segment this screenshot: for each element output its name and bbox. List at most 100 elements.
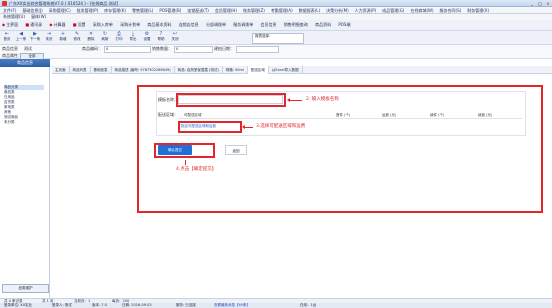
pos-button[interactable]: POS端 — [336, 20, 352, 29]
tab-home[interactable]: 主页面 — [52, 66, 70, 74]
tab-delivery-region[interactable]: 配送区域 — [247, 66, 269, 74]
member-info-button[interactable]: 会员信息 — [259, 20, 279, 29]
status-service: 服务: 已连接 — [176, 303, 196, 307]
add-fee-header: 续费 (元) — [478, 113, 493, 117]
first-fee-header: 运费 (元) — [382, 113, 397, 117]
contacts-button[interactable]: ■通讯录 — [23, 20, 44, 29]
region-col-header: 可配送区域 — [184, 113, 202, 117]
config-button[interactable]: ⚙ 设置 — [140, 31, 154, 42]
menu-wholesale[interactable]: 批发管理(P) — [74, 7, 102, 14]
code-label: 商品编码： — [82, 46, 102, 51]
minimize-button[interactable]: _ — [528, 1, 536, 6]
calculator-button[interactable]: ◆计算器 — [47, 20, 67, 29]
prev-record-button[interactable]: ◀ 上一条 — [14, 31, 28, 42]
menu-attendance[interactable]: 考勤管理(A) — [268, 7, 296, 14]
first-weight-header: 首件 (个) — [336, 113, 351, 117]
menu-finance[interactable]: 财务管理(X) — [464, 7, 492, 14]
tab-product[interactable]: 商品: 自然堂保湿霜 (测试) — [175, 66, 223, 74]
step4-annotation: 4.点击【确定提交】 — [176, 167, 217, 172]
step2-annotation: 2. 输入模板名称 — [306, 97, 339, 102]
return-button[interactable]: 返回 — [225, 145, 247, 155]
tab-excel-import[interactable]: 从Excel导入数据 — [269, 66, 303, 74]
menu-analysis[interactable]: 决策分析(M) — [323, 7, 352, 14]
tab-description[interactable]: 商品描述 (编号: 9787302269649) — [112, 66, 175, 74]
status-user: 登录人: 测试 — [52, 303, 72, 307]
code-input[interactable]: 0 — [104, 46, 151, 53]
category-tree: 商品分类 食品类 日用品 百货类 家电类 其他 测试商品 未分类 — [4, 85, 44, 125]
menu-contracts[interactable]: 服务合同(S) — [437, 7, 465, 14]
menu-pos[interactable]: POS管理(B) — [156, 7, 184, 14]
annotation-arrow — [287, 98, 302, 102]
purchase-in-button[interactable]: 采购入库单 — [91, 20, 115, 29]
menu-accounts[interactable]: 账务管理(Z) — [240, 7, 268, 14]
home-button[interactable]: ◆主界面 — [0, 20, 20, 29]
status-date: 日期: 2016-09-03 — [122, 303, 152, 307]
annotation-arrow — [242, 125, 253, 129]
export-button[interactable]: ⤓ 导出 — [126, 31, 140, 42]
status-bar: 登录单位: XX实业 登录人: 测试 版本: 7.0 日期: 2016-09-0… — [0, 303, 552, 308]
service-transfer-button[interactable]: 服务调拨单 — [231, 20, 255, 29]
qty-label: 销售数量： — [152, 46, 172, 51]
close-button[interactable]: × — [544, 1, 552, 6]
record-toolbar: ⇤ 首页 ◀ 上一条 ▶ 下一条 ⇥ 末页 + 新增 ✎ 修改 ✕ 删除 ↻ 刷新 ⎙ 打印 ⤓ 导出 ⚙ 设置? 帮助 ↩ 关… — [0, 31, 552, 45]
sales-detail-button[interactable]: 销售明细查询 — [282, 20, 310, 29]
branch-transfer-button[interactable]: 分部调拨单 — [204, 20, 228, 29]
menu-reports[interactable]: 数据报表(L) — [296, 7, 323, 14]
app-logo-icon — [2, 1, 7, 6]
category-maintain-button[interactable]: 品类维护 — [2, 284, 49, 293]
tree-item[interactable]: 未分类 — [4, 120, 44, 125]
product-basic-button[interactable]: 商品基本资料 — [145, 20, 173, 29]
date-input[interactable] — [236, 46, 279, 53]
tab-spec[interactable]: 规格: 50ml — [223, 66, 248, 74]
report-select[interactable]: 报表选择： — [252, 33, 304, 44]
qty-input[interactable]: 0 — [174, 46, 213, 53]
menu-online-mall[interactable]: 在线商城(W) — [407, 7, 436, 14]
region-table-header: 可配送区域 首件 (个) 运费 (元) 续件 (个) 续费 (元) — [178, 112, 522, 119]
menu-products[interactable]: 成品管理(G) — [379, 7, 407, 14]
add-weight-header: 续件 (个) — [430, 113, 445, 117]
filter-bar: 商品信息 测试 商品属性： 全部 商品编码： 0 销售数量： 0 建档日期： — [0, 45, 552, 60]
purchase-plan-button[interactable]: 采购计划单 — [118, 20, 142, 29]
category-panel-header: 商品信息 — [0, 59, 50, 67]
template-name-label: 模板名称： — [158, 97, 178, 102]
maximize-button[interactable]: □ — [536, 1, 544, 6]
tab-strip: 主页面 商品列表 基础信息 商品描述 (编号: 9787302269649) 商品: 自… — [52, 66, 552, 74]
tab-basic-info[interactable]: 基础信息 — [91, 66, 112, 74]
template-name-input[interactable] — [178, 95, 283, 104]
menu-chain[interactable]: 连锁配送(T) — [184, 7, 212, 14]
chain-store-button[interactable]: 连锁店信息 — [177, 20, 201, 29]
quick-toolbar: ◆主界面 ■通讯录 ◆计算器 ■设置 采购入库单 采购计划单 商品基本资料 连锁… — [0, 20, 552, 31]
next-record-button[interactable]: ▶ 下一条 — [28, 31, 42, 42]
product-data-button[interactable]: 商品资料 — [313, 20, 333, 29]
status-online: 在线：1台 — [300, 303, 317, 307]
exit-button[interactable]: ↩ 关闭 — [168, 31, 182, 42]
first-record-button[interactable]: ⇤ 首页 — [0, 31, 14, 42]
help-button[interactable]: ? 帮助 — [154, 31, 168, 42]
refresh-button[interactable]: ↻ 刷新 — [98, 31, 112, 42]
annotation-arrow — [185, 160, 186, 165]
menu-basic-info[interactable]: 基础信息(J) — [19, 7, 45, 14]
edit-button[interactable]: ✎ 修改 — [70, 31, 84, 42]
menu-inventory[interactable]: 库存管理(K) — [101, 7, 129, 14]
title-bar: 广东XX实业综合管理系统V7.0 ( 010524 ) - [在线商品 测试] … — [0, 0, 552, 7]
menu-purchase[interactable]: 采购管理(C) — [46, 7, 74, 14]
menu-member[interactable]: 会员管理(H) — [212, 7, 240, 14]
status-company: 登录单位: XX实业 — [4, 303, 33, 307]
region-label: 配送区域： — [158, 112, 178, 117]
add-button[interactable]: + 新增 — [56, 31, 70, 42]
print-button[interactable]: ⎙ 打印 — [112, 31, 126, 42]
confirm-submit-button[interactable]: 确认提交 — [158, 145, 192, 155]
category-panel: 商品信息 商品分类 食品类 日用品 百货类 家电类 其他 测试商品 未分类 品类… — [0, 59, 50, 298]
status-messages-link[interactable]: 查看最新消息【60条】 — [214, 303, 250, 308]
menu-bar: 文件(F) 基础信息(J) 采购管理(C) 批发管理(P) 库存管理(K) 零售管理(L)… — [0, 7, 552, 14]
menu-retail[interactable]: 零售管理(L) — [129, 7, 156, 14]
last-record-button[interactable]: ⇥ 末页 — [42, 31, 56, 42]
set-region-link[interactable]: 指定可配送区域和运费 — [181, 124, 216, 129]
delete-button[interactable]: ✕ 删除 — [84, 31, 98, 42]
menu-hr[interactable]: 人力资源(P) — [352, 7, 380, 14]
settings-button[interactable]: ■设置 — [71, 20, 88, 29]
menu-file[interactable]: 文件(F) — [0, 7, 19, 14]
status-version: 版本: 7.0 — [92, 303, 107, 307]
tab-product-list[interactable]: 商品列表 — [70, 66, 91, 74]
store-value: 测试 — [24, 46, 32, 51]
